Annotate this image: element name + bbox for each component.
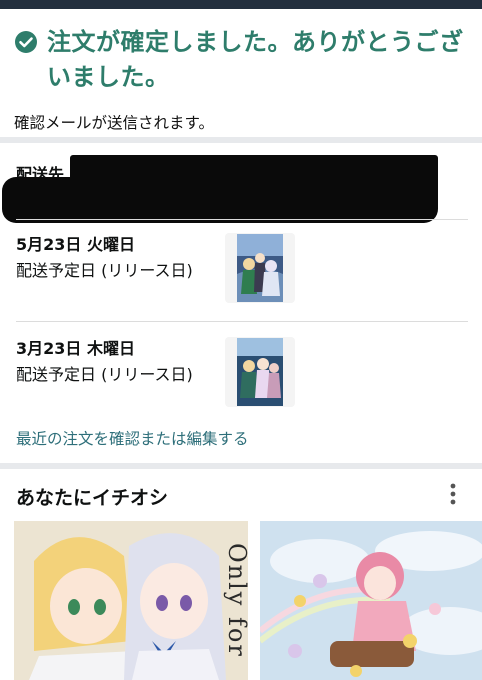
- row-divider: [16, 219, 468, 220]
- product-thumbnail[interactable]: [225, 233, 295, 303]
- status-bar: [0, 0, 482, 9]
- recommendations-title: あなたにイチオシ: [16, 487, 169, 509]
- recommendations-section: あなたにイチオシ Only for: [0, 469, 482, 680]
- shipping-section: 配送先 5月23日 火曜日 配送予定日 (リリース日) 3月23日 木曜日 配送…: [0, 143, 482, 463]
- recent-orders-link[interactable]: 最近の注文を確認または編集する: [16, 427, 249, 449]
- recommendation-card[interactable]: [260, 521, 482, 680]
- product-thumbnail[interactable]: [225, 337, 295, 407]
- product-cover-image: [237, 338, 283, 406]
- recommendation-image: [260, 521, 482, 680]
- recommendation-card[interactable]: Only for: [14, 521, 248, 680]
- kebab-menu-icon[interactable]: [444, 481, 462, 507]
- delivery-status: 配送予定日 (リリース日): [16, 261, 193, 280]
- delivery-item[interactable]: 3月23日 木曜日 配送予定日 (リリース日): [16, 337, 468, 417]
- delivery-status: 配送予定日 (リリース日): [16, 365, 193, 384]
- delivery-item[interactable]: 5月23日 火曜日 配送予定日 (リリース日): [16, 233, 468, 313]
- confirmation-header: 注文が確定しました。ありがとうございました。: [14, 25, 466, 95]
- recommendation-image: [14, 521, 248, 680]
- confirmation-email-note: 確認メールが送信されます。: [14, 114, 214, 132]
- confirmation-title: 注文が確定しました。ありがとうございました。: [47, 28, 464, 91]
- row-divider: [16, 321, 468, 322]
- card-vertical-text: Only for: [223, 543, 248, 658]
- card-vertical-text-container: Only for: [223, 521, 248, 680]
- order-confirmation: 注文が確定しました。ありがとうございました。 確認メールが送信されます。: [0, 9, 482, 137]
- redacted-address-line-2: [2, 177, 438, 223]
- product-cover-image: [237, 234, 283, 302]
- check-circle-icon: [15, 31, 37, 53]
